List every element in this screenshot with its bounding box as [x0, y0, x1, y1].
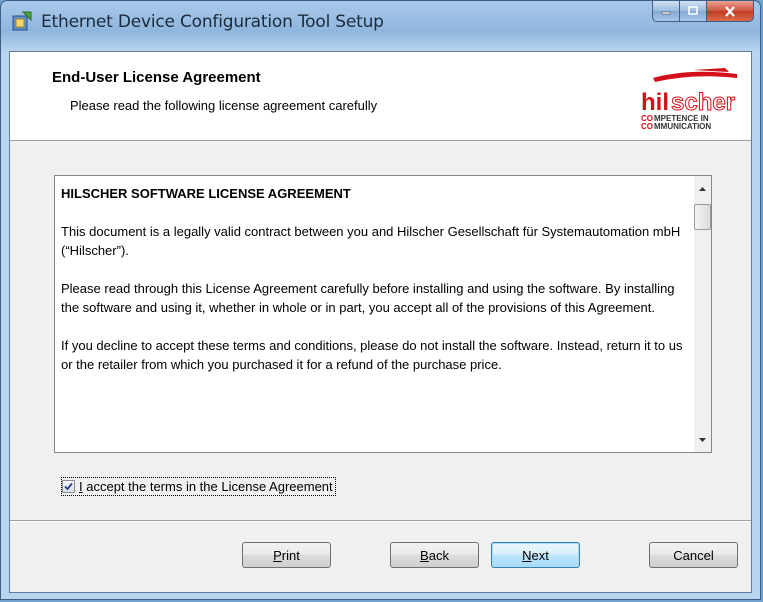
next-accelerator: N — [522, 547, 532, 563]
logo-hil-text: hil — [641, 89, 669, 116]
title-bar[interactable]: Ethernet Device Configuration Tool Setup — [1, 1, 760, 51]
caption-buttons — [652, 1, 754, 23]
back-accelerator: B — [420, 547, 429, 563]
accept-terms-checkbox[interactable] — [62, 480, 75, 493]
print-label: rint — [281, 547, 300, 563]
close-icon — [725, 5, 735, 17]
license-textbox[interactable]: HILSCHER SOFTWARE LICENSE AGREEMENT This… — [54, 175, 712, 453]
next-label: ext — [531, 547, 549, 563]
page-subtitle: Please read the following license agreem… — [70, 98, 378, 113]
hilscher-logo: hil scher CO MPETENCE IN CO MMUNICATION — [641, 68, 737, 131]
license-heading: HILSCHER SOFTWARE LICENSE AGREEMENT — [61, 186, 351, 201]
maximize-icon — [688, 6, 698, 15]
vertical-scrollbar[interactable] — [694, 176, 711, 452]
accept-terms-label: I accept the terms in the License Agreem… — [79, 479, 333, 494]
page-title: End-User License Agreement — [52, 69, 261, 86]
logo-scher-text: scher — [671, 89, 735, 116]
license-text: HILSCHER SOFTWARE LICENSE AGREEMENT This… — [61, 176, 687, 393]
minimize-button[interactable] — [652, 1, 680, 22]
dialog-body: End-User License Agreement Please read t… — [9, 51, 752, 593]
minimize-icon — [661, 11, 671, 15]
button-separator — [10, 520, 751, 522]
logo-line2-co: CO — [641, 122, 653, 131]
accept-terms-option[interactable]: I accept the terms in the License Agreem… — [61, 477, 336, 496]
scrollbar-thumb[interactable] — [694, 204, 711, 230]
maximize-button[interactable] — [680, 1, 707, 22]
print-accelerator: P — [273, 547, 282, 563]
scroll-down-button[interactable] — [694, 431, 711, 448]
license-paragraph-1: This document is a legally valid contrac… — [61, 224, 681, 258]
window-title: Ethernet Device Configuration Tool Setup — [41, 12, 384, 32]
license-paragraph-3: If you decline to accept these terms and… — [61, 338, 683, 372]
logo-line2-rest: MMUNICATION — [654, 122, 711, 131]
arrow-down-icon — [699, 437, 706, 442]
installer-icon — [12, 11, 32, 31]
header-banner: End-User License Agreement Please read t… — [10, 52, 751, 141]
print-button[interactable]: Print — [242, 542, 331, 568]
accept-label-text: accept the terms in the License Agreemen… — [82, 479, 333, 494]
next-button[interactable]: Next — [491, 542, 580, 568]
arrow-up-icon — [699, 186, 706, 191]
license-paragraph-2: Please read through this License Agreeme… — [61, 281, 675, 315]
back-label: ack — [428, 547, 449, 563]
cancel-button[interactable]: Cancel — [649, 542, 738, 568]
setup-window: Ethernet Device Configuration Tool Setup… — [0, 0, 761, 600]
checkmark-icon — [64, 482, 73, 491]
back-button[interactable]: Back — [390, 542, 479, 568]
close-button[interactable] — [707, 1, 754, 22]
scroll-up-button[interactable] — [694, 180, 711, 197]
